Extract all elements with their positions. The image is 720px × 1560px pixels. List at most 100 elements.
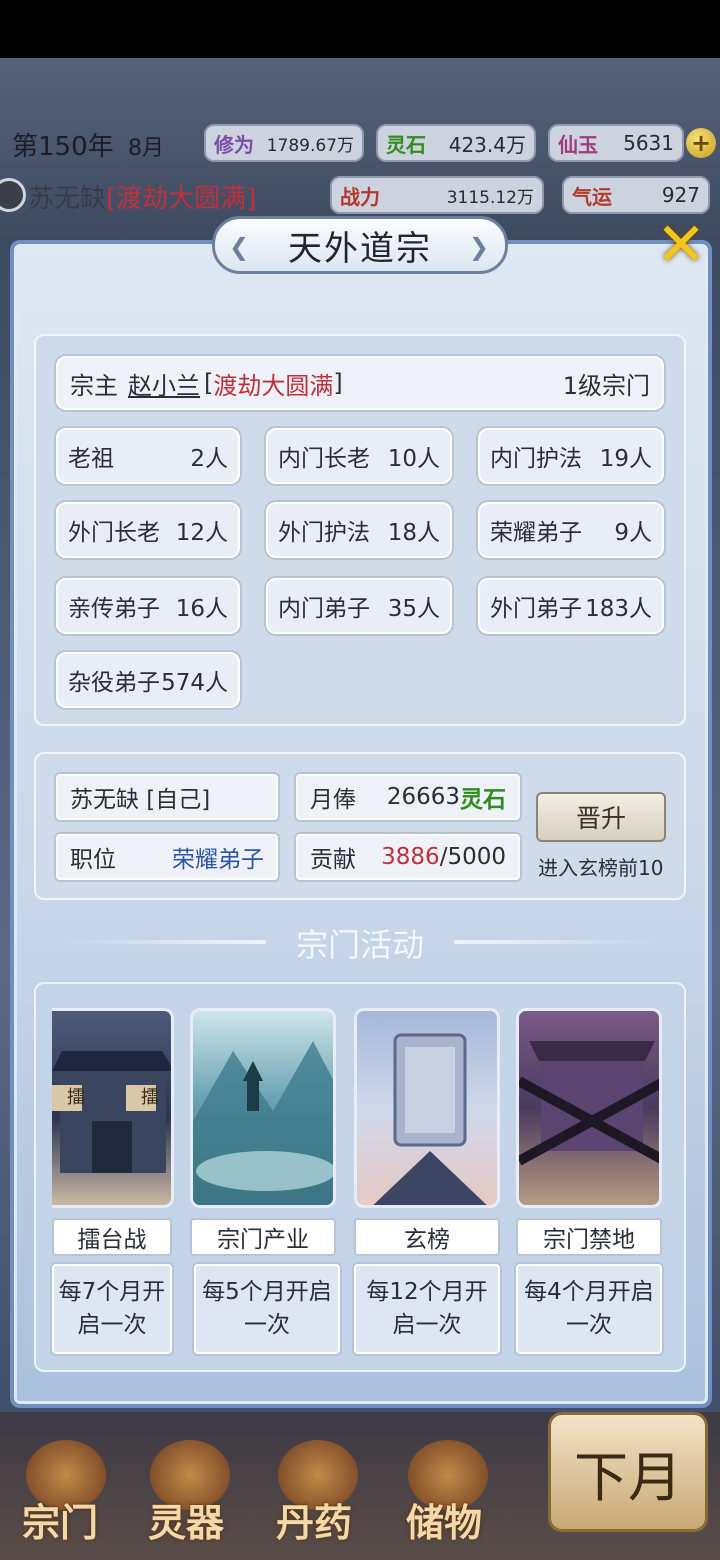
leader-realm: 渡劫大圆满: [213, 371, 334, 400]
spirit-stone-value: 423.4万: [448, 132, 526, 157]
rank-chip-inner-disciple[interactable]: 内门弟子 35人: [266, 578, 452, 634]
activity-schedule-rank-list: 每12个月开启一次: [354, 1264, 500, 1354]
forbidden-gate-image: [519, 1041, 659, 1166]
next-month-button[interactable]: 下月: [548, 1412, 708, 1532]
rank-count: 18人: [387, 520, 440, 546]
industry-image: [193, 1041, 333, 1205]
rank-label: 外门弟子: [490, 596, 582, 622]
close-icon[interactable]: ✕: [648, 210, 714, 280]
cultivation-badge: 修为 1789.67万: [204, 124, 364, 162]
position-field: 职位 荣耀弟子: [56, 834, 278, 880]
activity-name-rank-list: 玄榜: [354, 1218, 500, 1256]
arena-banner-glyph: 擂: [141, 1087, 159, 1108]
salary-unit: 灵石: [460, 786, 506, 813]
salary-label: 月俸: [310, 787, 356, 813]
nav-sect-button[interactable]: 宗门: [22, 1492, 98, 1547]
power-badge: 战力 3115.12万: [330, 176, 544, 214]
rank-label: 老祖: [68, 446, 114, 472]
rank-label: 内门长老: [278, 446, 370, 472]
activity-name-forbidden-land: 宗门禁地: [516, 1218, 662, 1256]
power-label: 战力: [340, 184, 380, 209]
activity-card-arena[interactable]: 擂擂: [52, 1008, 174, 1208]
nav-storage-button[interactable]: 储物: [406, 1492, 482, 1547]
leader-realm-close: ]: [333, 369, 343, 397]
rank-count: 35人: [387, 596, 440, 622]
activity-card-rank-list[interactable]: [354, 1008, 500, 1208]
promote-button[interactable]: 晋升: [536, 792, 666, 842]
rank-label: 外门护法: [278, 520, 370, 546]
position-label: 职位: [70, 847, 116, 873]
contribution-field: 贡献 3886/5000: [296, 834, 520, 880]
rank-chip-honor-disciple[interactable]: 荣耀弟子 9人: [478, 502, 664, 558]
rank-chip-inner-elder[interactable]: 内门长老 10人: [266, 428, 452, 484]
player-name: 苏无缺[渡劫大圆满]: [28, 178, 256, 215]
rank-label: 荣耀弟子: [490, 520, 582, 546]
activity-card-forbidden-land[interactable]: [516, 1008, 662, 1208]
year-label: 第150年: [12, 132, 114, 162]
arena-image: 擂擂: [52, 1051, 171, 1173]
luck-value: 927: [661, 183, 700, 207]
jade-value: 5631: [623, 131, 674, 155]
rank-chip-inner-guardian[interactable]: 内门护法 19人: [478, 428, 664, 484]
sect-leader-row: 宗主 赵小兰 [渡劫大圆满] 1级宗门: [56, 356, 664, 410]
power-value: 3115.12万: [446, 187, 534, 208]
nav-pill-button[interactable]: 丹药: [276, 1492, 352, 1547]
player-row: 苏无缺[渡劫大圆满] 战力 3115.12万 气运 927: [0, 172, 720, 218]
rank-count: 9人: [614, 520, 652, 546]
contribution-label: 贡献: [310, 847, 356, 873]
leader-name-link[interactable]: 赵小兰: [128, 366, 200, 401]
activity-name-sect-industry: 宗门产业: [190, 1218, 336, 1256]
rank-chip-outer-disciple[interactable]: 外门弟子 183人: [478, 578, 664, 634]
activity-card-sect-industry[interactable]: [190, 1008, 336, 1208]
player-realm: [渡劫大圆满]: [106, 184, 257, 214]
activity-name-arena: 擂台战: [52, 1218, 172, 1256]
rank-label: 内门护法: [490, 446, 582, 472]
rank-count: 183人: [585, 596, 652, 622]
rank-count: 574人: [161, 670, 228, 696]
rank-chip-servant-disciple[interactable]: 杂役弟子 574人: [56, 652, 240, 708]
rank-count: 19人: [599, 446, 652, 472]
activities-title: 宗门活动: [295, 926, 424, 964]
plaque-right-ornament: ❯: [468, 233, 491, 261]
leader-label: 宗主: [70, 371, 118, 400]
spirit-stone-label: 灵石: [386, 132, 426, 157]
activity-schedule-arena: 每7个月开启一次: [52, 1264, 172, 1354]
rank-chip-outer-elder[interactable]: 外门长老 12人: [56, 502, 240, 558]
avatar[interactable]: [0, 178, 26, 212]
modal-title: ❮ 天外道宗 ❯: [212, 216, 508, 274]
status-bar: [0, 0, 720, 58]
salary-value: 26663: [386, 784, 460, 810]
contribution-current: 3886: [381, 844, 440, 870]
rank-label: 亲传弟子: [68, 596, 160, 622]
nav-artifact-button[interactable]: 灵器: [148, 1492, 224, 1547]
arena-banner-glyph: 擂: [67, 1087, 85, 1108]
cultivation-value: 1789.67万: [266, 135, 354, 156]
plaque-left-ornament: ❮: [229, 233, 252, 261]
luck-badge: 气运 927: [562, 176, 710, 214]
jade-label: 仙玉: [558, 132, 598, 157]
resource-bar: 第150年 8月 修为 1789.67万 灵石 423.4万 仙玉 5631: [0, 118, 720, 170]
rank-label: 杂役弟子: [68, 670, 160, 696]
promote-tip: 进入玄榜前10: [538, 856, 664, 880]
month-label: 8月: [128, 136, 164, 161]
player-name-text: 苏无缺: [28, 184, 107, 214]
rank-count: 10人: [387, 446, 440, 472]
sect-level: 1级宗门: [562, 371, 650, 400]
rank-chip-outer-guardian[interactable]: 外门护法 18人: [266, 502, 452, 558]
cultivation-label: 修为: [214, 132, 254, 157]
rank-count: 16人: [175, 596, 228, 622]
stele-image: [373, 1033, 487, 1205]
add-jade-icon[interactable]: +: [686, 128, 716, 158]
luck-label: 气运: [572, 184, 612, 209]
activity-schedule-sect-industry: 每5个月开启一次: [194, 1264, 340, 1354]
spirit-stone-badge: 灵石 423.4万: [376, 124, 536, 162]
rank-chip-patriarch[interactable]: 老祖 2人: [56, 428, 240, 484]
position-value: 荣耀弟子: [172, 847, 264, 873]
salary-field: 月俸 26663 灵石: [296, 774, 520, 820]
rank-count: 2人: [190, 446, 228, 472]
rank-chip-personal-disciple[interactable]: 亲传弟子 16人: [56, 578, 240, 634]
self-name: 苏无缺 [自己]: [70, 787, 211, 813]
self-name-field: 苏无缺 [自己]: [56, 774, 278, 820]
activity-schedule-forbidden-land: 每4个月开启一次: [516, 1264, 662, 1354]
contribution-total: /5000: [439, 844, 506, 870]
